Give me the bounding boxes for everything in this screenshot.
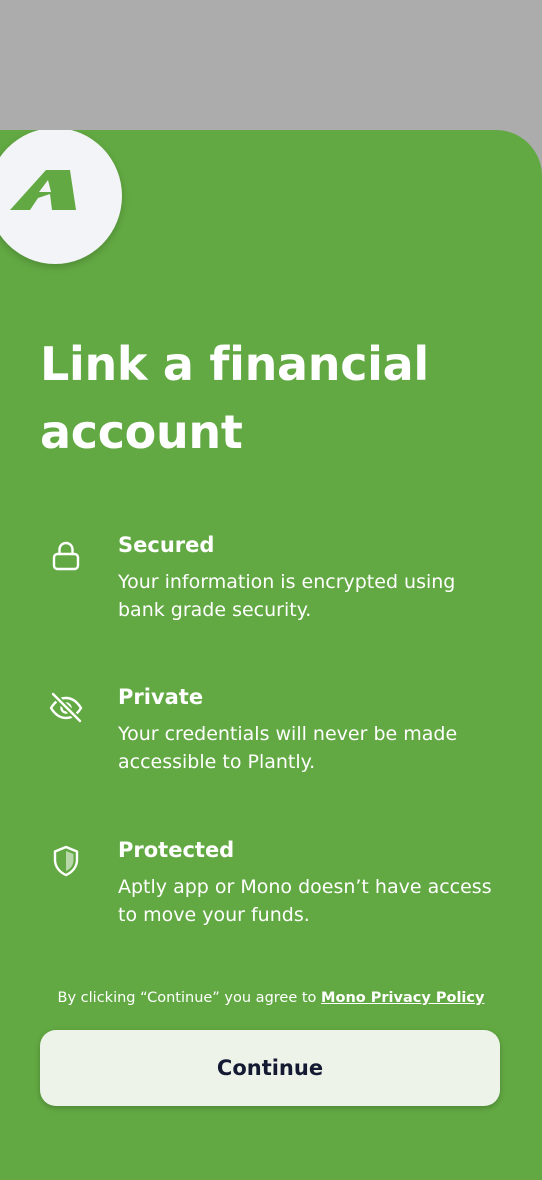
bottom-sheet: Link a financial account Secured Your in…: [0, 130, 542, 1180]
shield-icon: [53, 845, 79, 877]
feature-description: Aptly app or Mono doesn’t have access to…: [118, 876, 492, 926]
feature-title: Private: [118, 685, 204, 709]
feature-secured: Secured Your information is encrypted us…: [0, 530, 542, 630]
brand-mountain-logo-icon: [10, 170, 76, 210]
eye-off-icon: [49, 691, 83, 724]
feature-private: Private Your credentials will never be m…: [0, 682, 542, 782]
feature-protected: Protected Aptly app or Mono doesn’t have…: [0, 835, 542, 935]
continue-button[interactable]: Continue: [40, 1030, 500, 1106]
page-title: Link a financial account: [40, 337, 429, 459]
app-logo: [0, 130, 122, 264]
consent-text: By clicking “Continue” you agree to Mono…: [0, 988, 542, 1008]
feature-title: Secured: [118, 533, 215, 557]
feature-description: Your credentials will never be made acce…: [118, 723, 458, 773]
privacy-policy-link[interactable]: Mono Privacy Policy: [321, 990, 484, 1006]
lock-icon: [52, 541, 80, 571]
feature-title: Protected: [118, 838, 235, 862]
consent-prefix: By clicking “Continue” you agree to: [57, 990, 317, 1006]
feature-description: Your information is encrypted using bank…: [118, 571, 456, 621]
